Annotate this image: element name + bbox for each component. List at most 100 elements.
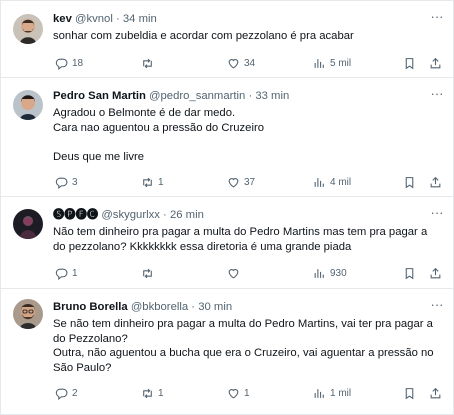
share-icon [430, 176, 441, 187]
tweet-text: Se não tem dinheiro pra pagar a multa do… [53, 318, 434, 374]
more-options-icon[interactable]: ··· [427, 87, 447, 104]
bookmark-button[interactable] [403, 384, 416, 402]
separator-dot: · [248, 90, 253, 102]
avatar[interactable] [13, 90, 43, 120]
reply-icon [55, 58, 68, 70]
retweet-icon [143, 58, 152, 68]
tweet-actions: 3 1 37 4 mil [53, 173, 447, 191]
bookmark-icon [405, 387, 414, 399]
display-name[interactable]: Pedro San Martin [53, 90, 146, 102]
bookmark-button[interactable] [403, 173, 416, 191]
like-button[interactable]: 37 [227, 173, 255, 191]
retweet-button[interactable]: 1 [141, 173, 164, 191]
reply-icon [55, 268, 68, 280]
reply-count: 1 [72, 267, 78, 279]
bookmark-icon [405, 176, 414, 188]
more-options-icon[interactable]: ··· [427, 10, 447, 27]
avatar[interactable] [13, 299, 43, 329]
more-options-icon[interactable]: ··· [427, 298, 447, 315]
bookmark-button[interactable] [403, 264, 416, 282]
tweet-feed: kev @kvnol · 34 min sonhar com zubeldia … [0, 0, 454, 415]
tweet-content: 🅢🅟🅕🅒 @skygurlxx · 26 min Não tem dinheir… [53, 207, 443, 254]
reply-button[interactable]: 3 [55, 173, 78, 191]
reply-icon [55, 388, 68, 400]
display-name[interactable]: Bruno Borella [53, 301, 128, 313]
display-name[interactable]: 🅢🅟🅕🅒 [53, 209, 98, 221]
share-icon [430, 267, 441, 278]
views-button[interactable]: 1 mil [313, 384, 351, 402]
share-icon [430, 57, 441, 68]
user-handle[interactable]: @kvnol [75, 13, 113, 25]
reply-count: 3 [72, 176, 78, 188]
timestamp[interactable]: 30 min [198, 301, 232, 313]
tweet-content: kev @kvnol · 34 min sonhar com zubeldia … [53, 11, 443, 44]
tweet-content: Pedro San Martin @pedro_sanmartin · 33 m… [53, 88, 443, 164]
retweet-count: 1 [158, 176, 164, 188]
views-button[interactable]: 4 mil [313, 173, 351, 191]
tweet-content: Bruno Borella @bkborella · 30 min Se não… [53, 299, 443, 375]
retweet-icon [143, 268, 152, 278]
timestamp[interactable]: 26 min [170, 209, 204, 221]
tweet[interactable]: Bruno Borella @bkborella · 30 min Se não… [1, 289, 453, 415]
tweet[interactable]: 🅢🅟🅕🅒 @skygurlxx · 26 min Não tem dinheir… [1, 197, 453, 289]
like-button[interactable]: 1 [227, 384, 250, 402]
reply-button[interactable]: 18 [55, 54, 83, 72]
avatar[interactable] [13, 14, 43, 44]
tweet[interactable]: Pedro San Martin @pedro_sanmartin · 33 m… [1, 78, 453, 197]
view-count: 4 mil [330, 176, 352, 188]
views-chart-icon [314, 388, 324, 398]
tweet-actions: 1 930 [53, 264, 447, 282]
heart-icon [228, 58, 239, 68]
views-chart-icon [314, 177, 324, 187]
tweet-actions: 18 34 5 mil [53, 54, 447, 72]
like-button[interactable]: 34 [227, 54, 255, 72]
separator-dot: · [115, 13, 120, 25]
tweet-header: 🅢🅟🅕🅒 @skygurlxx · 26 min [53, 207, 443, 224]
heart-icon [228, 268, 239, 278]
share-icon [430, 387, 441, 398]
bookmark-icon [405, 267, 414, 279]
avatar-dark-figure-icon [13, 209, 43, 239]
share-button[interactable] [429, 173, 442, 191]
tweet-text: sonhar com zubeldia e acordar com pezzol… [53, 30, 354, 42]
tweet-header: Pedro San Martin @pedro_sanmartin · 33 m… [53, 88, 443, 105]
separator-dot: · [191, 301, 196, 313]
heart-icon [228, 177, 239, 187]
reply-count: 2 [72, 387, 78, 399]
reply-button[interactable]: 1 [55, 264, 78, 282]
user-handle[interactable]: @pedro_sanmartin [149, 90, 245, 102]
bookmark-button[interactable] [403, 54, 416, 72]
like-button[interactable] [227, 264, 244, 282]
display-name[interactable]: kev [53, 13, 72, 25]
share-button[interactable] [429, 264, 442, 282]
avatar-bearded-man-icon [13, 14, 43, 44]
reply-button[interactable]: 2 [55, 384, 78, 402]
timestamp[interactable]: 34 min [123, 13, 157, 25]
avatar[interactable] [13, 209, 43, 239]
retweet-button[interactable] [141, 264, 158, 282]
bookmark-icon [405, 57, 414, 69]
views-button[interactable]: 5 mil [313, 54, 351, 72]
avatar-dark-hair-man-icon [13, 90, 43, 120]
retweet-icon [143, 177, 152, 187]
views-button[interactable]: 930 [313, 264, 347, 282]
tweet-text: Não tem dinheiro pra pagar a multa do Pe… [53, 226, 428, 253]
view-count: 1 mil [330, 387, 352, 399]
reply-icon [55, 177, 68, 189]
like-count: 1 [244, 387, 250, 399]
heart-icon [228, 388, 239, 398]
like-count: 37 [244, 176, 256, 188]
separator-dot: · [163, 209, 167, 221]
user-handle[interactable]: @bkborella [131, 301, 188, 313]
timestamp[interactable]: 33 min [255, 90, 289, 102]
tweet[interactable]: kev @kvnol · 34 min sonhar com zubeldia … [1, 1, 453, 78]
reply-count: 18 [72, 57, 84, 69]
share-button[interactable] [429, 54, 442, 72]
user-handle[interactable]: @skygurlxx [101, 209, 160, 221]
share-button[interactable] [429, 384, 442, 402]
more-options-icon[interactable]: ··· [427, 206, 447, 223]
retweet-button[interactable] [141, 54, 158, 72]
tweet-text: Agradou o Belmonte é de dar medo. Cara n… [53, 107, 265, 163]
tweet-header: kev @kvnol · 34 min [53, 11, 443, 28]
retweet-button[interactable]: 1 [141, 384, 164, 402]
